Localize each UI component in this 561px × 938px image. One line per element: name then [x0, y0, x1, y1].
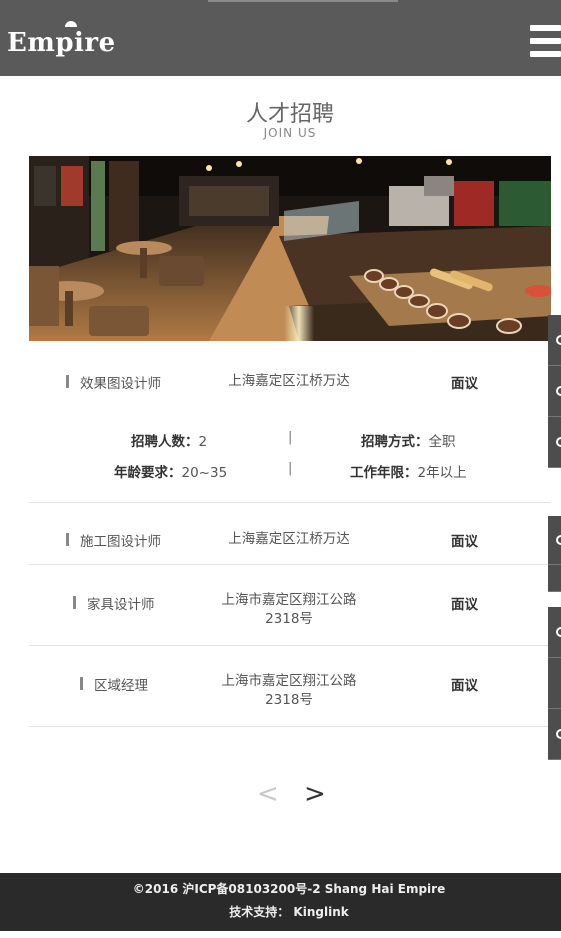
job-location: 上海嘉定区江桥万达 [228, 373, 350, 389]
page-title: 人才招聘 [245, 102, 334, 127]
logo-text: Empire [7, 28, 116, 58]
job-location-line1: 上海市嘉定区翔江公路 [221, 673, 357, 689]
chat-bubble-icon [556, 437, 561, 447]
job-salary: 面议 [451, 534, 478, 550]
side-tab-weixin[interactable] [548, 607, 561, 658]
job-row-marker [66, 375, 69, 388]
side-tab-chat[interactable] [548, 709, 561, 760]
side-tab-share[interactable] [548, 516, 561, 565]
hamburger-menu-icon[interactable] [530, 25, 561, 59]
job-detail-age: 年龄要求：20~35 [114, 465, 228, 481]
site-header: Empire [0, 0, 561, 76]
job-salary: 面议 [451, 597, 478, 613]
header-top-line [208, 0, 398, 2]
logo-crown-icon [65, 21, 77, 27]
qq-icon [556, 386, 561, 396]
side-tab-message[interactable] [548, 417, 561, 468]
job-row[interactable]: 效果图设计师 上海嘉定区江桥万达 面议 招聘人数：2 | 招聘方式：全职 年龄要… [29, 341, 551, 503]
job-detail-experience: 工作年限：2年以上 [350, 465, 467, 481]
side-tab-top[interactable] [548, 658, 561, 709]
weixin-icon [556, 627, 561, 637]
job-title: 区域经理 [94, 678, 148, 694]
next-page-button[interactable]: > [304, 779, 326, 809]
job-location: 上海市嘉定区翔江公路 2318号 [211, 672, 367, 710]
job-location-line2: 2318号 [265, 611, 313, 627]
job-title: 施工图设计师 [80, 534, 161, 550]
prev-page-button[interactable]: < [257, 779, 279, 809]
footer-tech-support: 技术支持： Kinglink [229, 905, 349, 919]
detail-separator: | [288, 461, 293, 476]
footer-copyright: ©2016 沪ICP备08103200号-2 Shang Hai Empire [132, 882, 446, 896]
job-row[interactable]: 施工图设计师 上海嘉定区江桥万达 面议 [29, 503, 551, 565]
job-title: 效果图设计师 [80, 376, 161, 392]
job-detail-type: 招聘方式：全职 [361, 434, 456, 450]
side-tab-extra[interactable] [548, 565, 561, 592]
cafe-interior-illustration [29, 156, 551, 341]
recruitment-banner-image [29, 156, 551, 341]
job-location: 上海嘉定区江桥万达 [228, 531, 350, 547]
job-row[interactable]: 区域经理 上海市嘉定区翔江公路 2318号 面议 [29, 646, 551, 727]
phone-icon [556, 335, 561, 345]
side-tab-contact[interactable] [548, 315, 561, 366]
job-salary: 面议 [451, 678, 478, 694]
page-subtitle: JOIN US [263, 126, 317, 140]
job-detail-count: 招聘人数：2 [131, 434, 208, 450]
chat-bubble-icon [556, 729, 561, 739]
job-location-line2: 2318号 [265, 692, 313, 708]
site-footer: ©2016 沪ICP备08103200号-2 Shang Hai Empire … [0, 873, 561, 931]
site-logo[interactable]: Empire [7, 21, 116, 58]
job-row-marker [80, 677, 83, 690]
job-salary: 面议 [451, 376, 478, 392]
job-location: 上海市嘉定区翔江公路 2318号 [211, 591, 367, 629]
job-row-marker [73, 596, 76, 609]
job-location-line1: 上海市嘉定区翔江公路 [221, 592, 357, 608]
job-row[interactable]: 家具设计师 上海市嘉定区翔江公路 2318号 面议 [29, 565, 551, 646]
job-title: 家具设计师 [87, 597, 155, 613]
detail-separator: | [288, 430, 293, 445]
share-icon [556, 535, 561, 545]
job-row-marker [66, 533, 69, 546]
side-tab-qq[interactable] [548, 366, 561, 417]
